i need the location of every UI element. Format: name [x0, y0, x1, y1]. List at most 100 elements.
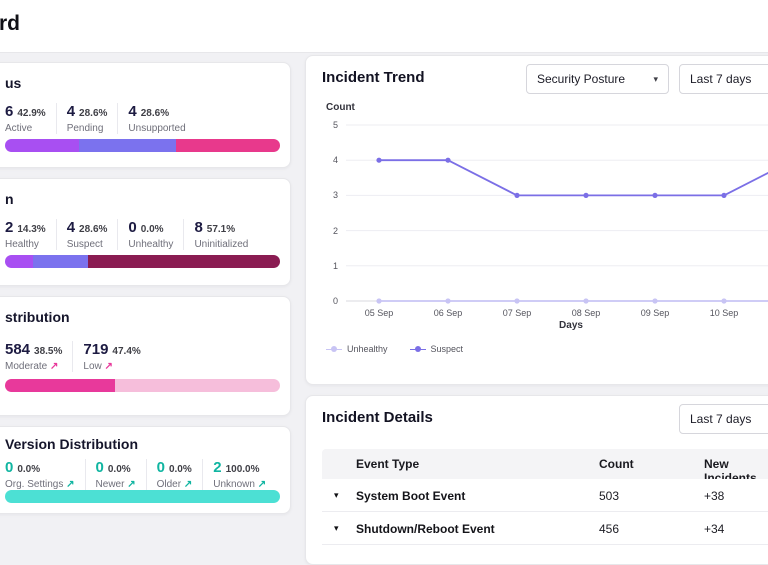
x-tick-label: 08 Sep: [571, 308, 601, 318]
stat-label: Healthy: [5, 239, 39, 250]
data-point-unhealthy: [445, 298, 451, 304]
legend-label: Suspect: [430, 344, 464, 354]
stat-group: 2 100.0% Unknown ↗: [213, 459, 276, 490]
stat-header: 2 14.3%: [5, 219, 46, 236]
stat-percentage: 0.0%: [168, 464, 192, 475]
card-title-risk: stribution: [5, 309, 70, 325]
stat-header: 4 28.6%: [128, 103, 185, 120]
bar-segment: [5, 490, 280, 503]
chart-legend: Unhealthy Suspect: [326, 344, 463, 354]
bar-segment: [175, 139, 280, 152]
stat-percentage: 100.0%: [225, 464, 260, 475]
stat-value: 584: [5, 341, 31, 358]
card-incident-details: Incident Details Last 7 days ▾ Event Typ…: [305, 395, 768, 565]
trend-arrow-icon: ↗: [63, 479, 75, 490]
event-type-cell: System Boot Event: [356, 489, 466, 503]
card-incident-trend: Incident Trend Security Posture ▾ Last 7…: [305, 55, 768, 385]
card-risk-distribution: stribution 584 38.5% Moderate ↗ 719 47.4% Low…: [0, 296, 291, 416]
stat-percentage: 0.0%: [107, 464, 131, 475]
stat-group: 4 28.6% Pending: [67, 103, 119, 134]
legend-dot: [331, 346, 337, 352]
stat-value: 0: [5, 459, 14, 476]
stat-header: 4 28.6%: [67, 103, 108, 120]
stat-label: Moderate ↗: [5, 361, 59, 372]
status-stats-row: 6 42.9% Active 4 28.6% Pending 4 28.6% Unsupport…: [5, 103, 280, 134]
stat-label: Org. Settings ↗: [5, 479, 75, 490]
stat-header: 8 57.1%: [194, 219, 248, 236]
risk-distribution-bar: [5, 379, 280, 392]
trend-arrow-icon: ↗: [47, 361, 59, 372]
details-date-range-dropdown[interactable]: Last 7 days ▾: [679, 404, 768, 434]
card-title-health: n: [5, 191, 14, 207]
data-point-suspect: [583, 192, 589, 198]
risk-stats-row: 584 38.5% Moderate ↗ 719 47.4% Low ↗: [5, 341, 280, 372]
stat-percentage: 28.6%: [140, 108, 170, 119]
y-tick-label: 3: [332, 190, 338, 201]
stat-label: Newer ↗: [95, 479, 136, 490]
stat-value: 8: [194, 219, 203, 236]
stat-group: 4 28.6% Suspect: [67, 219, 119, 250]
stat-header: 0 0.0%: [5, 459, 75, 476]
stat-label: Low ↗: [83, 361, 113, 372]
stat-group: 719 47.4% Low ↗: [83, 341, 150, 372]
stat-group: 2 14.3% Healthy: [5, 219, 57, 250]
legend-marker-icon: [326, 346, 342, 353]
details-date-range-value: Last 7 days: [690, 412, 752, 426]
stat-value: 2: [5, 219, 14, 236]
card-title-status: us: [5, 75, 22, 91]
legend-item-unhealthy[interactable]: Unhealthy: [326, 344, 388, 354]
table-row: ▾ Shutdown/Reboot Event 456 +34: [322, 512, 768, 545]
expand-caret-icon[interactable]: ▾: [334, 490, 339, 501]
stat-percentage: 42.9%: [17, 108, 46, 119]
legend-marker-icon: [409, 346, 426, 353]
stat-value: 4: [66, 103, 76, 120]
page-title: rd: [0, 12, 20, 35]
stat-value: 0: [128, 219, 137, 236]
bar-segment: [87, 255, 280, 268]
stat-group: 8 57.1% Uninitialized: [194, 219, 258, 250]
card-version-distribution: Version Distribution 0 0.0% Org. Settings …: [0, 426, 291, 514]
event-type-cell: Shutdown/Reboot Event: [356, 522, 495, 536]
stat-value: 6: [5, 103, 14, 120]
new-incidents-cell: +38: [704, 489, 725, 503]
data-point-suspect: [721, 192, 727, 198]
y-tick-label: 2: [332, 225, 338, 236]
stat-value: 4: [128, 103, 137, 120]
y-tick-label: 0: [332, 296, 338, 306]
stat-header: 0 0.0%: [128, 219, 173, 236]
card-title-version: Version Distribution: [5, 436, 139, 452]
y-tick-label: 4: [332, 155, 338, 166]
y-tick-label: 5: [332, 120, 338, 130]
incident-details-table: Event Type Count New Incidents ▾ System Boot…: [322, 449, 768, 545]
bar-segment: [5, 139, 80, 152]
stat-group: 0 0.0% Newer ↗: [96, 459, 147, 490]
stat-group: 6 42.9% Active: [5, 103, 57, 134]
stat-label: Unknown ↗: [213, 479, 267, 490]
bar-segment: [115, 379, 280, 392]
stat-percentage: 38.5%: [34, 346, 63, 357]
card-status: us 6 42.9% Active 4 28.6% Pending 4 28.6% Unsupp…: [0, 62, 291, 168]
health-distribution-bar: [5, 255, 280, 268]
x-tick-label: 09 Sep: [640, 308, 670, 318]
stat-group: 0 0.0% Org. Settings ↗: [5, 459, 86, 490]
stat-percentage: 47.4%: [112, 346, 141, 357]
stat-value: 4: [66, 219, 76, 236]
data-point-suspect: [376, 157, 382, 163]
incident-details-title: Incident Details: [322, 409, 433, 426]
stat-percentage: 14.3%: [17, 224, 46, 235]
stat-percentage: 0.0%: [140, 224, 164, 235]
expand-caret-icon[interactable]: ▾: [334, 523, 339, 534]
top-app-bar: rd: [0, 0, 768, 53]
legend-item-suspect[interactable]: Suspect: [409, 344, 464, 354]
stat-percentage: 28.6%: [79, 108, 108, 119]
health-stats-row: 2 14.3% Healthy 4 28.6% Suspect 0 0.0% Unhealthy…: [5, 219, 280, 250]
stat-percentage: 28.6%: [79, 224, 108, 235]
stat-header: 584 38.5%: [5, 341, 62, 358]
stat-value: 719: [83, 341, 109, 358]
count-cell: 456: [599, 522, 620, 536]
x-tick-label: 07 Sep: [502, 308, 532, 318]
stat-group: 0 0.0% Older ↗: [157, 459, 204, 490]
bar-segment: [5, 255, 33, 268]
x-tick-label: 06 Sep: [433, 308, 463, 318]
stat-group: 0 0.0% Unhealthy: [128, 219, 185, 250]
